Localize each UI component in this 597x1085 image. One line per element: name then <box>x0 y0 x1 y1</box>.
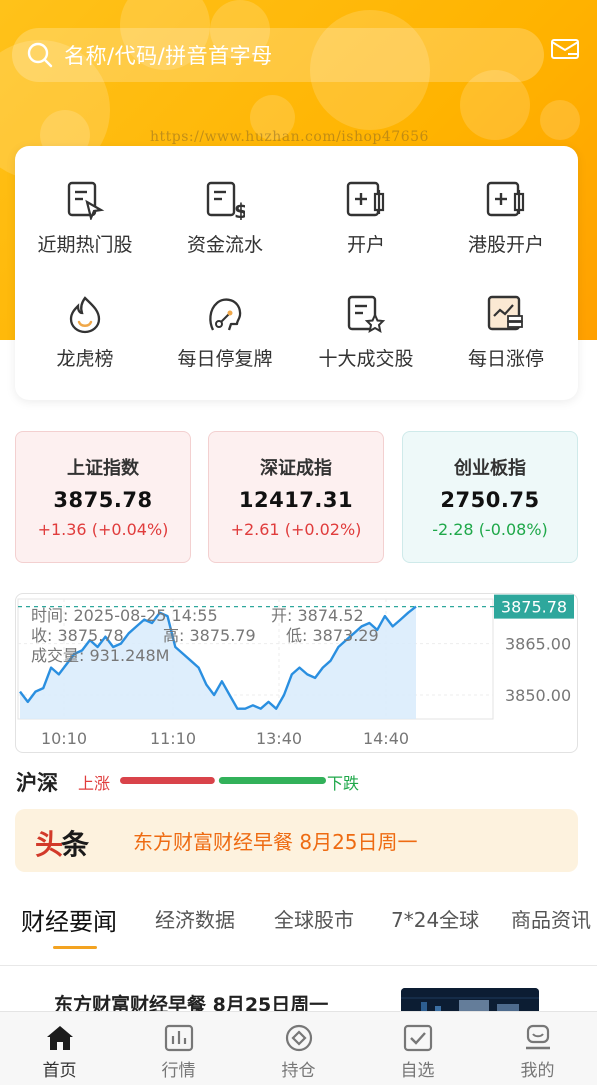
dragon-tiger-icon <box>69 296 101 334</box>
index-value: 2750.75 <box>440 488 540 512</box>
tab-commodity-news[interactable]: 商品资讯 <box>511 904 591 933</box>
menu-limit-up[interactable]: 每日涨停 <box>436 294 576 371</box>
logo-char-b: 条 <box>61 828 89 861</box>
menu-label: 港股开户 <box>467 234 544 256</box>
nav-label: 行情 <box>161 1061 196 1081</box>
open-account-icon <box>346 181 385 217</box>
index-change: +1.36 (+0.04%) <box>37 520 169 539</box>
search-input[interactable]: 名称/代码/拼音首字母 <box>64 40 273 70</box>
home-icon <box>46 1026 73 1050</box>
menu-label: 龙虎榜 <box>56 348 114 370</box>
menu-label: 十大成交股 <box>318 348 414 370</box>
menu-fund-flow[interactable]: $ 资金流水 <box>155 180 295 257</box>
tab-economic-data[interactable]: 经济数据 <box>155 904 235 933</box>
market-icon <box>164 1024 193 1052</box>
svg-text:$: $ <box>234 199 245 220</box>
toutiao-logo: 头条 <box>35 823 89 863</box>
tab-global-stocks[interactable]: 全球股市 <box>274 904 354 933</box>
chart-volume: 成交量: 931.248M <box>31 646 170 665</box>
quick-menu: 近期热门股 $ 资金流水 开户 港股开户 龙虎榜 每日停复牌 十大成交股 每日涨… <box>15 146 578 400</box>
down-label: 下跌 <box>327 774 360 793</box>
index-name: 上证指数 <box>67 458 139 479</box>
index-name: 深证成指 <box>260 458 332 479</box>
watchlist-icon <box>403 1024 432 1052</box>
chart-low: 低: 3873.29 <box>286 626 379 645</box>
index-value: 12417.31 <box>238 488 354 512</box>
chart-high: 高: 3875.79 <box>163 626 256 645</box>
index-value: 3875.78 <box>53 488 153 512</box>
menu-suspension[interactable]: 每日停复牌 <box>155 294 295 371</box>
nav-position[interactable]: 持仓 <box>239 1012 358 1085</box>
nav-home[interactable]: 首页 <box>0 1012 119 1085</box>
tab-24h-global[interactable]: 7*24全球 <box>391 904 479 933</box>
intraday-chart[interactable]: 3875.78 3865.00 3850.00 10:10 11:10 13:40 14:4… <box>15 593 578 753</box>
x-tick-label: 14:40 <box>363 729 409 748</box>
last-price-label: 3875.78 <box>501 598 567 617</box>
mail-icon[interactable] <box>550 38 580 62</box>
y-tick-label: 3865.00 <box>505 635 571 654</box>
logo-char-a: 头 <box>35 828 63 861</box>
menu-hot-stocks[interactable]: 近期热门股 <box>15 180 155 257</box>
hot-stock-icon <box>67 181 105 220</box>
down-segment <box>218 777 326 784</box>
x-tick-label: 11:10 <box>150 729 196 748</box>
index-card-sz[interactable]: 深证成指 12417.31 +2.61 (+0.02%) <box>208 431 384 563</box>
suspension-icon <box>209 298 242 331</box>
nav-watchlist[interactable]: 自选 <box>358 1012 477 1085</box>
search-bar[interactable]: 名称/代码/拼音首字母 <box>12 28 544 82</box>
nav-label: 首页 <box>42 1061 77 1081</box>
nav-market[interactable]: 行情 <box>119 1012 238 1085</box>
nav-profile[interactable]: 我的 <box>478 1012 597 1085</box>
nav-label: 自选 <box>400 1061 435 1081</box>
limit-up-icon <box>487 295 523 331</box>
menu-label: 每日涨停 <box>467 348 544 370</box>
updown-ratio-bar <box>120 777 326 784</box>
menu-label: 近期热门股 <box>37 234 133 256</box>
profile-icon <box>525 1024 550 1050</box>
menu-label: 每日停复牌 <box>177 348 273 370</box>
headline-banner[interactable]: 头条 东方财富财经早餐 8月25日周一 <box>15 809 578 872</box>
menu-open-account[interactable]: 开户 <box>296 180 436 257</box>
x-tick-label: 13:40 <box>256 729 302 748</box>
menu-dragon-tiger[interactable]: 龙虎榜 <box>15 294 155 371</box>
watermark: https://www.huzhan.com/ishop47656 <box>150 129 429 145</box>
headline-text: 东方财富财经早餐 8月25日周一 <box>133 830 418 854</box>
menu-label: 资金流水 <box>186 234 263 256</box>
fund-flow-icon: $ <box>206 181 245 220</box>
x-tick-label: 10:10 <box>41 729 87 748</box>
divider <box>0 965 597 966</box>
index-change: +2.61 (+0.02%) <box>230 520 362 539</box>
menu-label: 开户 <box>346 234 385 256</box>
y-tick-label: 3850.00 <box>505 686 571 705</box>
search-icon <box>27 42 53 68</box>
nav-label: 持仓 <box>281 1061 316 1081</box>
market-title: 沪深 <box>16 771 58 795</box>
index-change: -2.28 (-0.08%) <box>432 520 548 539</box>
active-tab-indicator <box>53 946 97 949</box>
hk-account-icon <box>486 181 525 217</box>
index-card-cyb[interactable]: 创业板指 2750.75 -2.28 (-0.08%) <box>402 431 578 563</box>
menu-top-volume[interactable]: 十大成交股 <box>296 294 436 371</box>
position-icon <box>285 1024 312 1052</box>
up-segment <box>120 777 215 784</box>
bottom-nav: 首页 行情 持仓 自选 我的 <box>0 1011 597 1085</box>
menu-hk-account[interactable]: 港股开户 <box>436 180 576 257</box>
up-label: 上涨 <box>78 774 111 793</box>
top-volume-icon <box>347 295 386 333</box>
index-name: 创业板指 <box>454 458 526 479</box>
tab-finance-news[interactable]: 财经要闻 <box>21 902 117 937</box>
nav-label: 我的 <box>520 1061 555 1081</box>
index-card-sh[interactable]: 上证指数 3875.78 +1.36 (+0.04%) <box>15 431 191 563</box>
